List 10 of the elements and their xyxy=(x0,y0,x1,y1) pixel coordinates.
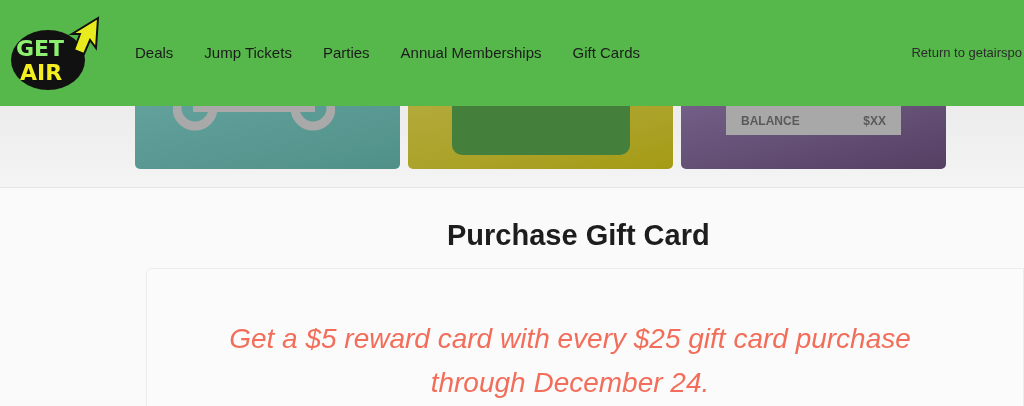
page-title: Purchase Gift Card xyxy=(447,218,711,253)
balance-label: BALANCE xyxy=(741,112,800,130)
nav-link[interactable]: Deals xyxy=(135,41,174,65)
nav-link[interactable]: Jump Tickets xyxy=(204,41,292,65)
nav-link[interactable]: Gift Cards xyxy=(572,41,640,65)
balance-value: $XX xyxy=(863,112,886,130)
promo-text: Get a $5 reward card with every $25 gift card purchase through December 24. xyxy=(228,321,912,400)
nav-link[interactable]: Annual Memberships xyxy=(400,41,542,65)
return-link[interactable]: Return to getairspo xyxy=(911,43,1022,63)
nav-link[interactable]: Parties xyxy=(322,41,370,65)
